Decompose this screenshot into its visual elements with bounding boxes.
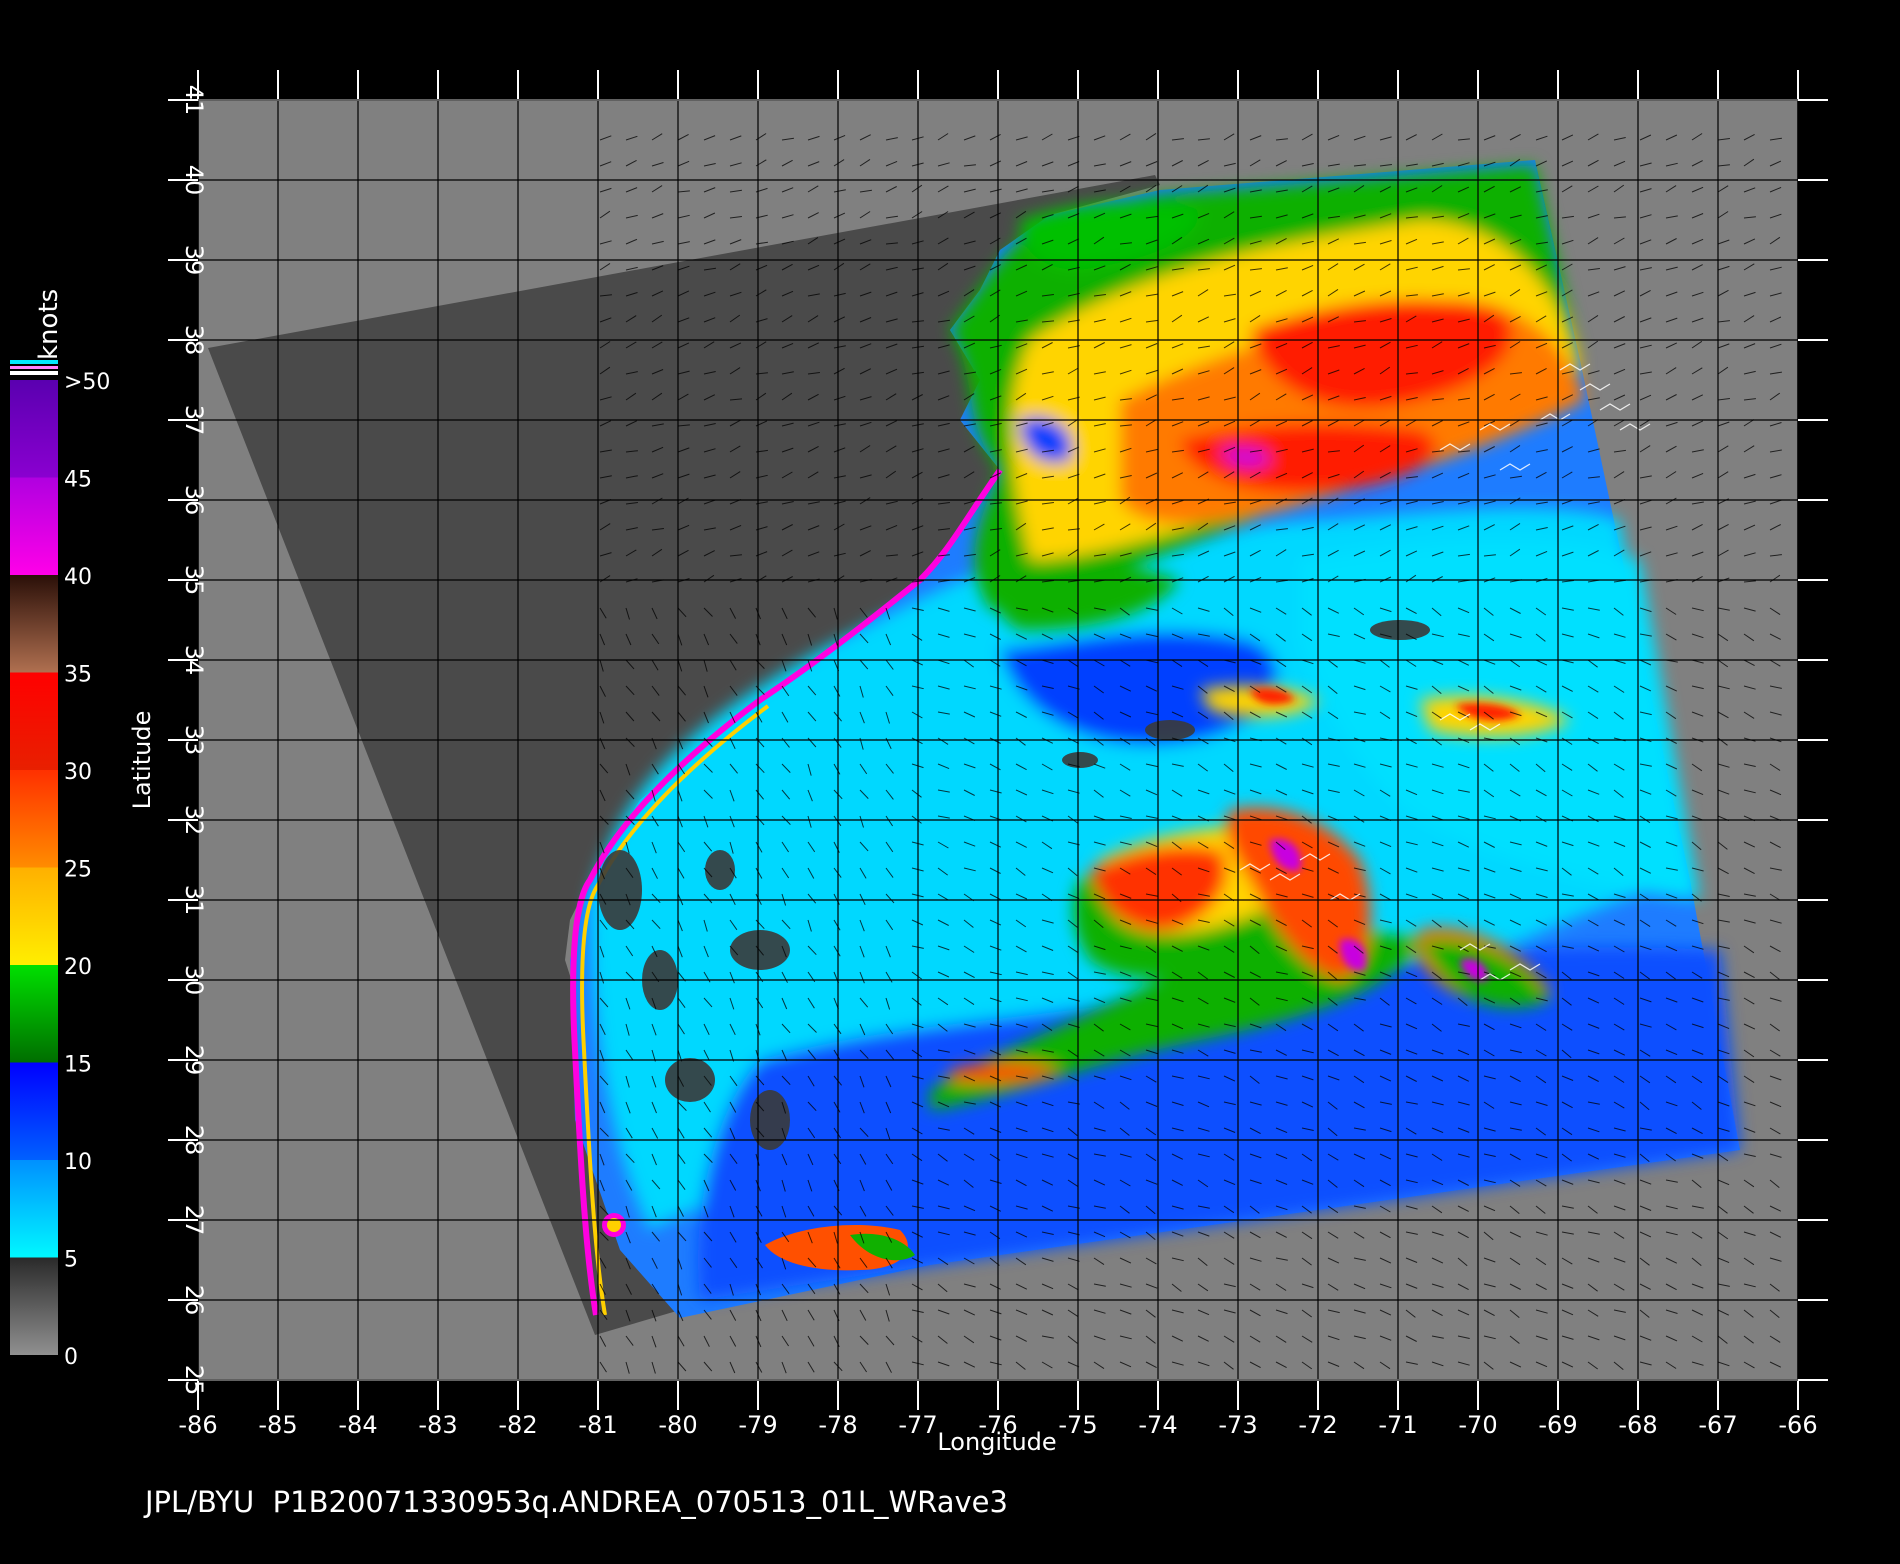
colorbar-label: 40 xyxy=(64,565,92,590)
lon-tick-label: -83 xyxy=(418,1411,457,1439)
lon-tick-label: -80 xyxy=(658,1411,697,1439)
lon-tick-label: -82 xyxy=(498,1411,537,1439)
y-axis-label: Latitude xyxy=(128,711,156,810)
lon-tick-label: -67 xyxy=(1698,1411,1737,1439)
lat-tick-label: 25 xyxy=(180,1365,208,1396)
colorbar-band xyxy=(10,965,58,1063)
colorbar-label: 45 xyxy=(64,468,92,493)
colorbar-label: 30 xyxy=(64,760,92,785)
lon-tick-label: -78 xyxy=(818,1411,857,1439)
colorbar-band xyxy=(10,672,58,770)
lat-tick-label: 35 xyxy=(180,565,208,596)
colorbar-band xyxy=(10,1160,58,1258)
lon-tick-label: -75 xyxy=(1058,1411,1097,1439)
lat-tick-label: 39 xyxy=(180,245,208,276)
colorbar-label: >50 xyxy=(64,370,110,395)
lat-tick-label: 26 xyxy=(180,1285,208,1316)
colorbar-label: 10 xyxy=(64,1150,92,1175)
colorbar-band xyxy=(10,770,58,868)
lon-tick-label: -68 xyxy=(1618,1411,1657,1439)
lat-tick-label: 27 xyxy=(180,1205,208,1236)
x-axis-label: Longitude xyxy=(937,1428,1056,1456)
lon-tick-label: -86 xyxy=(178,1411,217,1439)
lat-tick-label: 34 xyxy=(180,645,208,676)
colorbar-unit-label: knots xyxy=(34,289,64,360)
lat-tick-label: 30 xyxy=(180,965,208,996)
lat-tick-label: 38 xyxy=(180,325,208,356)
lon-tick-label: -69 xyxy=(1538,1411,1577,1439)
lon-tick-label: -79 xyxy=(738,1411,777,1439)
lat-tick-label: 37 xyxy=(180,405,208,436)
lon-tick-label: -71 xyxy=(1378,1411,1417,1439)
colorbar-label: 20 xyxy=(64,955,92,980)
colorbar-label: 0 xyxy=(64,1345,78,1370)
lat-tick-label: 28 xyxy=(180,1125,208,1156)
lon-tick-label: -66 xyxy=(1778,1411,1817,1439)
lon-tick-label: -84 xyxy=(338,1411,377,1439)
lon-tick-label: -77 xyxy=(898,1411,937,1439)
colorbar-band xyxy=(10,477,58,575)
colorbar-label: 5 xyxy=(64,1248,78,1273)
colorbar-label: 15 xyxy=(64,1053,92,1078)
wind-speed-colorbar: knots >50 45 40 35 30 25 20 15 10 5 0 xyxy=(10,289,110,1370)
colorbar-cap-pink xyxy=(10,366,58,369)
colorbar-label: 25 xyxy=(64,858,92,883)
footer-caption: JPL/BYU P1B20071330953q.ANDREA_070513_01… xyxy=(143,1485,1008,1519)
colorbar-band xyxy=(10,1257,58,1355)
lat-tick-label: 32 xyxy=(180,805,208,836)
colorbar-cap-cyan xyxy=(10,360,58,364)
lat-tick-label: 36 xyxy=(180,485,208,516)
lon-tick-label: -85 xyxy=(258,1411,297,1439)
wind-speed-figure: -86 -85 -84 -83 -82 -81 -80 -79 -78 -77 -76 -75 -74-… xyxy=(0,0,1900,1560)
colorbar-cap-white xyxy=(10,371,58,375)
lat-tick-label: 41 xyxy=(180,85,208,116)
colorbar-band xyxy=(10,1062,58,1160)
lat-tick-label: 31 xyxy=(180,885,208,916)
lon-tick-label: -74 xyxy=(1138,1411,1177,1439)
lon-tick-label: -72 xyxy=(1298,1411,1337,1439)
colorbar-label: 35 xyxy=(64,663,92,688)
colorbar-band xyxy=(10,380,58,478)
lon-tick-label: -73 xyxy=(1218,1411,1257,1439)
wind-speed-map: -86 -85 -84 -83 -82 -81 -80 -79 -78 -77 -76 -75 -74-… xyxy=(10,70,1828,1519)
lon-tick-label: -70 xyxy=(1458,1411,1497,1439)
lat-tick-label: 40 xyxy=(180,165,208,196)
lat-tick-label: 29 xyxy=(180,1045,208,1076)
colorbar-band xyxy=(10,575,58,673)
lon-tick-label: -81 xyxy=(578,1411,617,1439)
lat-tick-label: 33 xyxy=(180,725,208,756)
colorbar-band xyxy=(10,867,58,965)
